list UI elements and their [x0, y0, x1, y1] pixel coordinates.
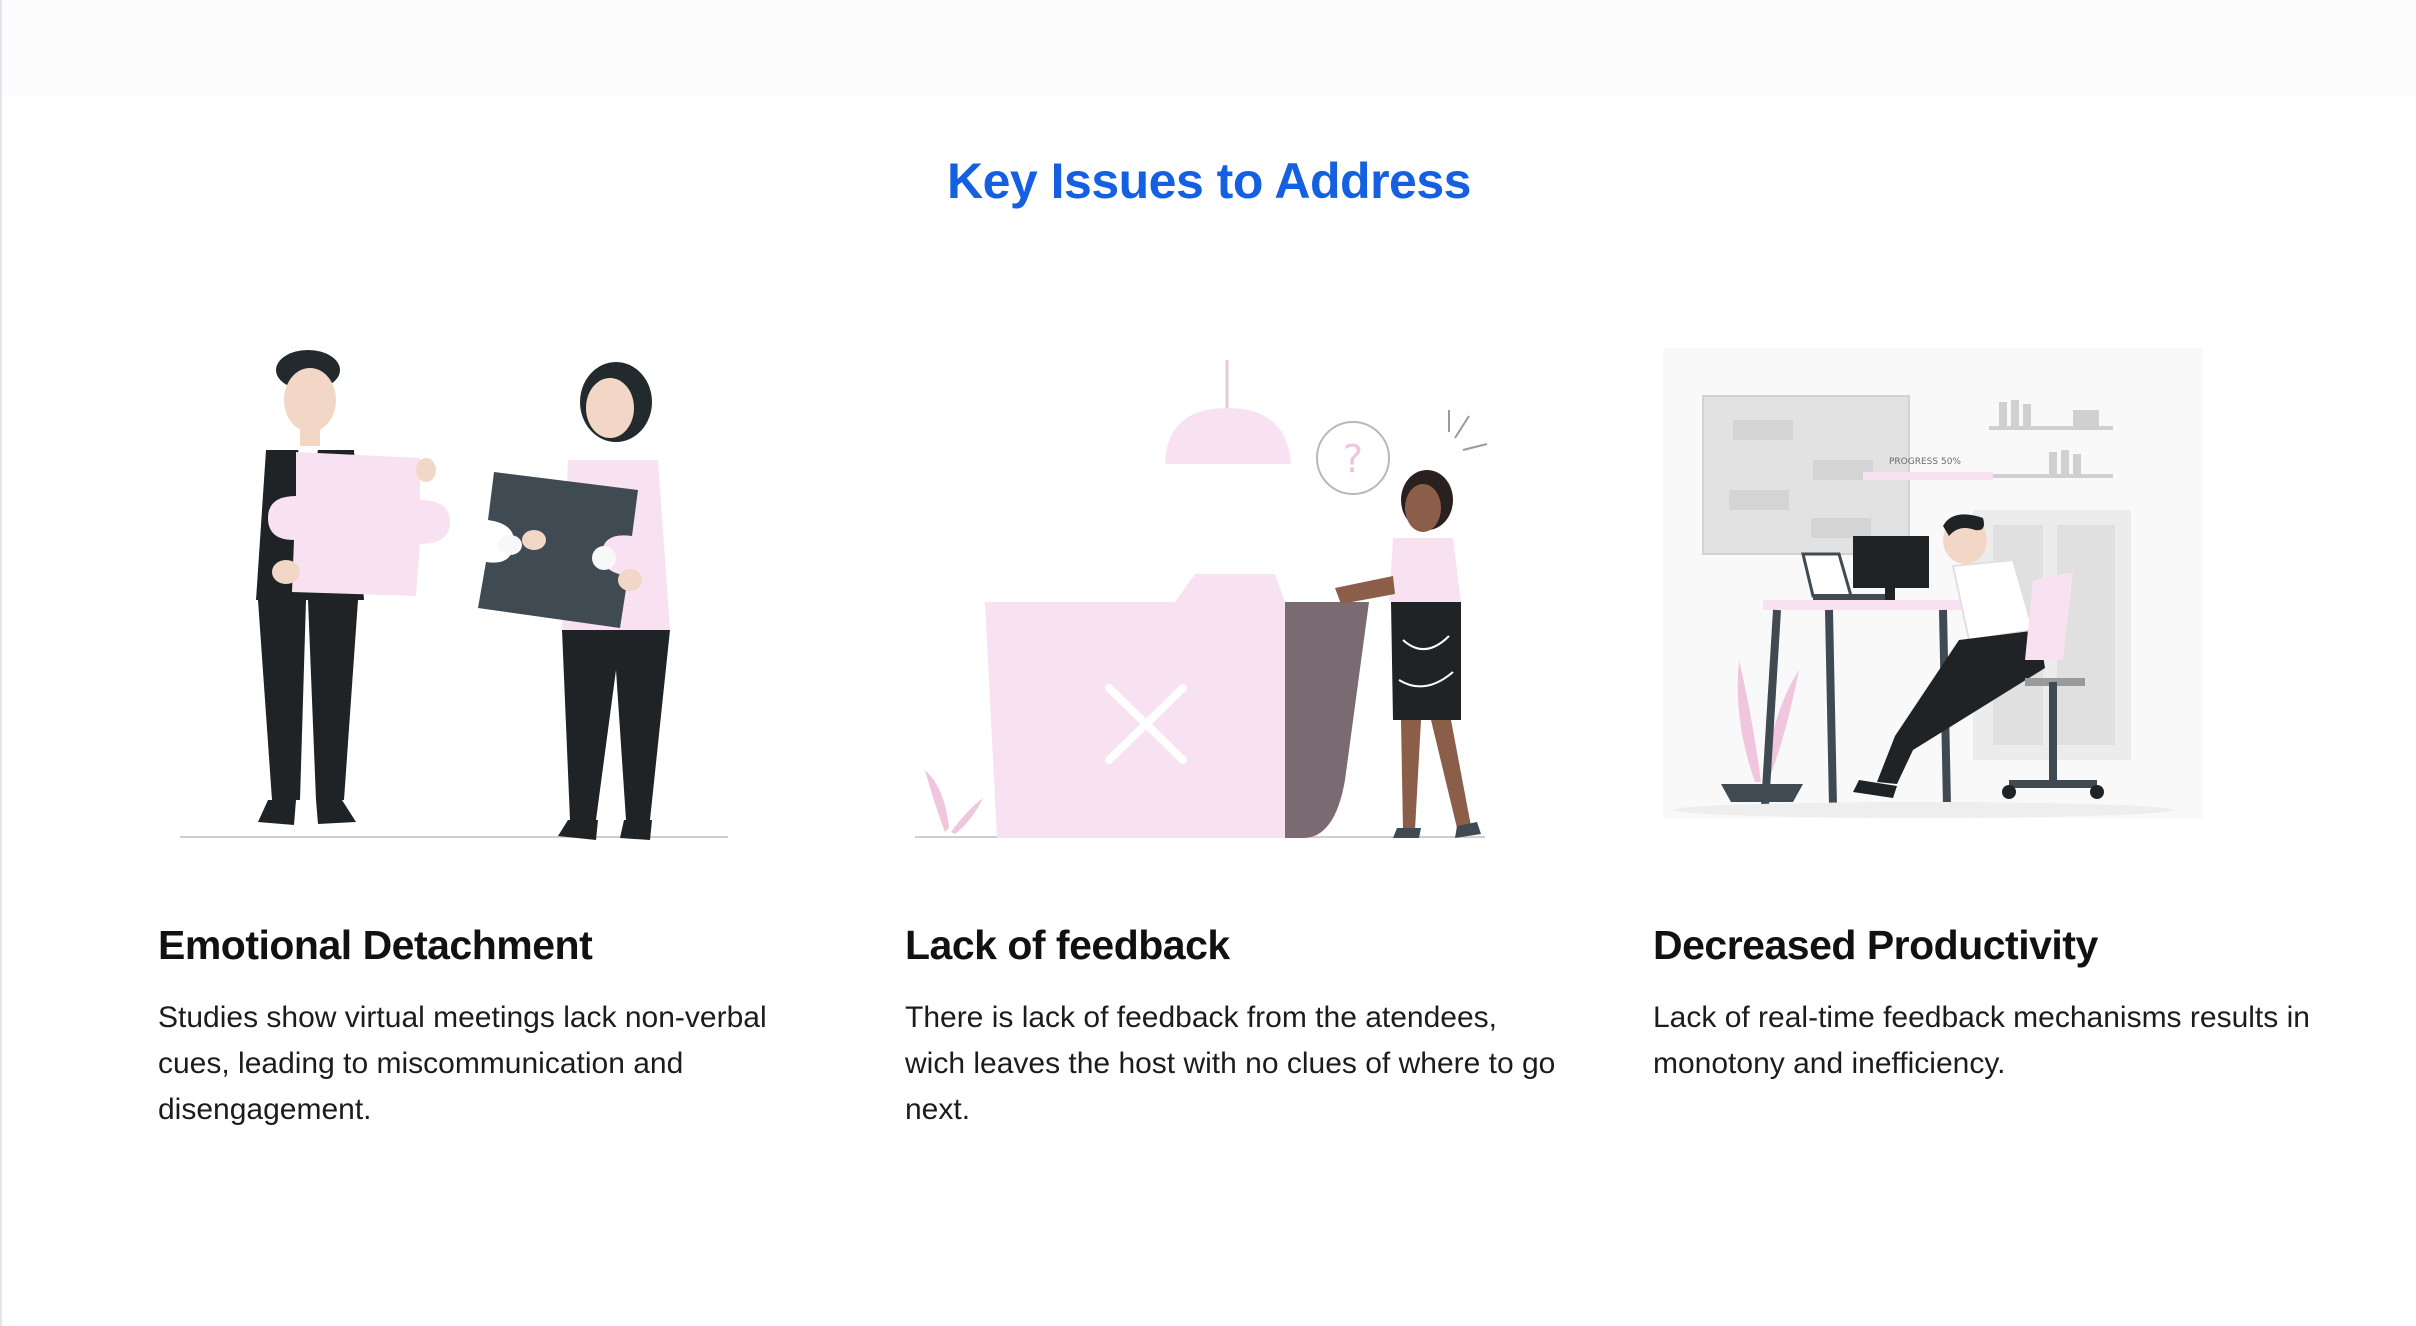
card-title: Lack of feedback [905, 922, 1230, 968]
question-bubble-icon: ? [1316, 410, 1488, 495]
card-description: Lack of real-time feedback mechanisms re… [1653, 1001, 2310, 1080]
hanging-lamp [1165, 360, 1291, 464]
card-title: Decreased Productivity [1653, 922, 2098, 968]
small-plant [925, 770, 983, 834]
issue-card-decreased-productivity: PROGRESS 50% Decreased Productivity Lack… [1653, 340, 2353, 1160]
folder-with-x [985, 574, 1369, 838]
issue-card-lack-of-feedback: ? Lack of feedback There is lack of feed… [905, 340, 1605, 1160]
page: Key Issues to Address Emotional Detachme… [0, 0, 2416, 1326]
confused-person-folder-illustration: ? [915, 360, 1488, 838]
card-description: Studies show virtual meetings lack non-v… [158, 1001, 767, 1126]
section-title: Key Issues to Address [947, 153, 1471, 209]
svg-text:?: ? [1343, 437, 1363, 481]
desk-worker-illustration: PROGRESS 50% [1663, 348, 2203, 818]
card-title: Emotional Detachment [158, 922, 593, 968]
card-description: There is lack of feedback from the atend… [905, 1001, 1556, 1126]
top-band [2, 0, 2416, 96]
svg-text:PROGRESS 50%: PROGRESS 50% [1889, 457, 1961, 467]
puzzle-collaboration-illustration [180, 350, 728, 840]
issue-card-emotional-detachment: Emotional Detachment Studies show virtua… [158, 340, 858, 1160]
